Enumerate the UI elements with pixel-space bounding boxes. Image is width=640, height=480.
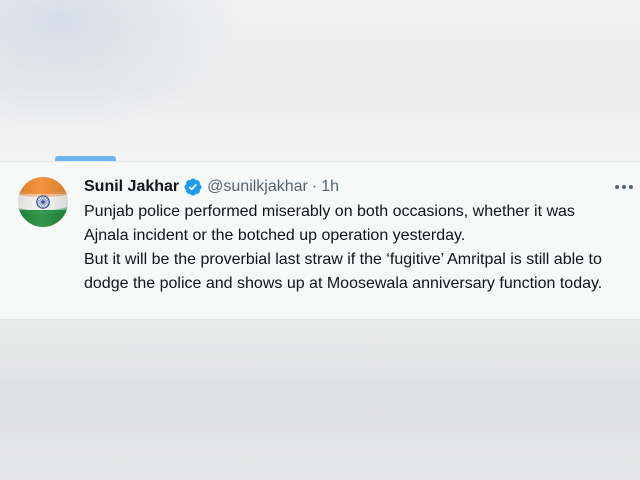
blurred-background-top bbox=[0, 0, 640, 161]
indian-flag-icon bbox=[18, 177, 68, 227]
author-name[interactable]: Sunil Jakhar bbox=[84, 177, 179, 197]
tweet-card[interactable]: Sunil Jakhar @sunilkjakhar · 1h Punjab p… bbox=[0, 161, 640, 320]
dot bbox=[615, 185, 619, 189]
separator-dot: · bbox=[311, 178, 318, 195]
tweet-content: Sunil Jakhar @sunilkjakhar · 1h Punjab p… bbox=[84, 177, 614, 296]
avatar[interactable] bbox=[18, 177, 68, 227]
blurred-background-bottom bbox=[0, 320, 640, 480]
tweet-text: Punjab police performed miserably on bot… bbox=[84, 203, 603, 292]
verified-badge-icon[interactable] bbox=[183, 177, 203, 197]
dot bbox=[622, 185, 626, 189]
more-options-icon[interactable] bbox=[612, 179, 636, 195]
dot bbox=[629, 185, 633, 189]
tweet-header: Sunil Jakhar @sunilkjakhar · 1h bbox=[84, 177, 614, 197]
author-handle[interactable]: @sunilkjakhar bbox=[207, 177, 308, 197]
timestamp[interactable]: 1h bbox=[321, 177, 339, 197]
